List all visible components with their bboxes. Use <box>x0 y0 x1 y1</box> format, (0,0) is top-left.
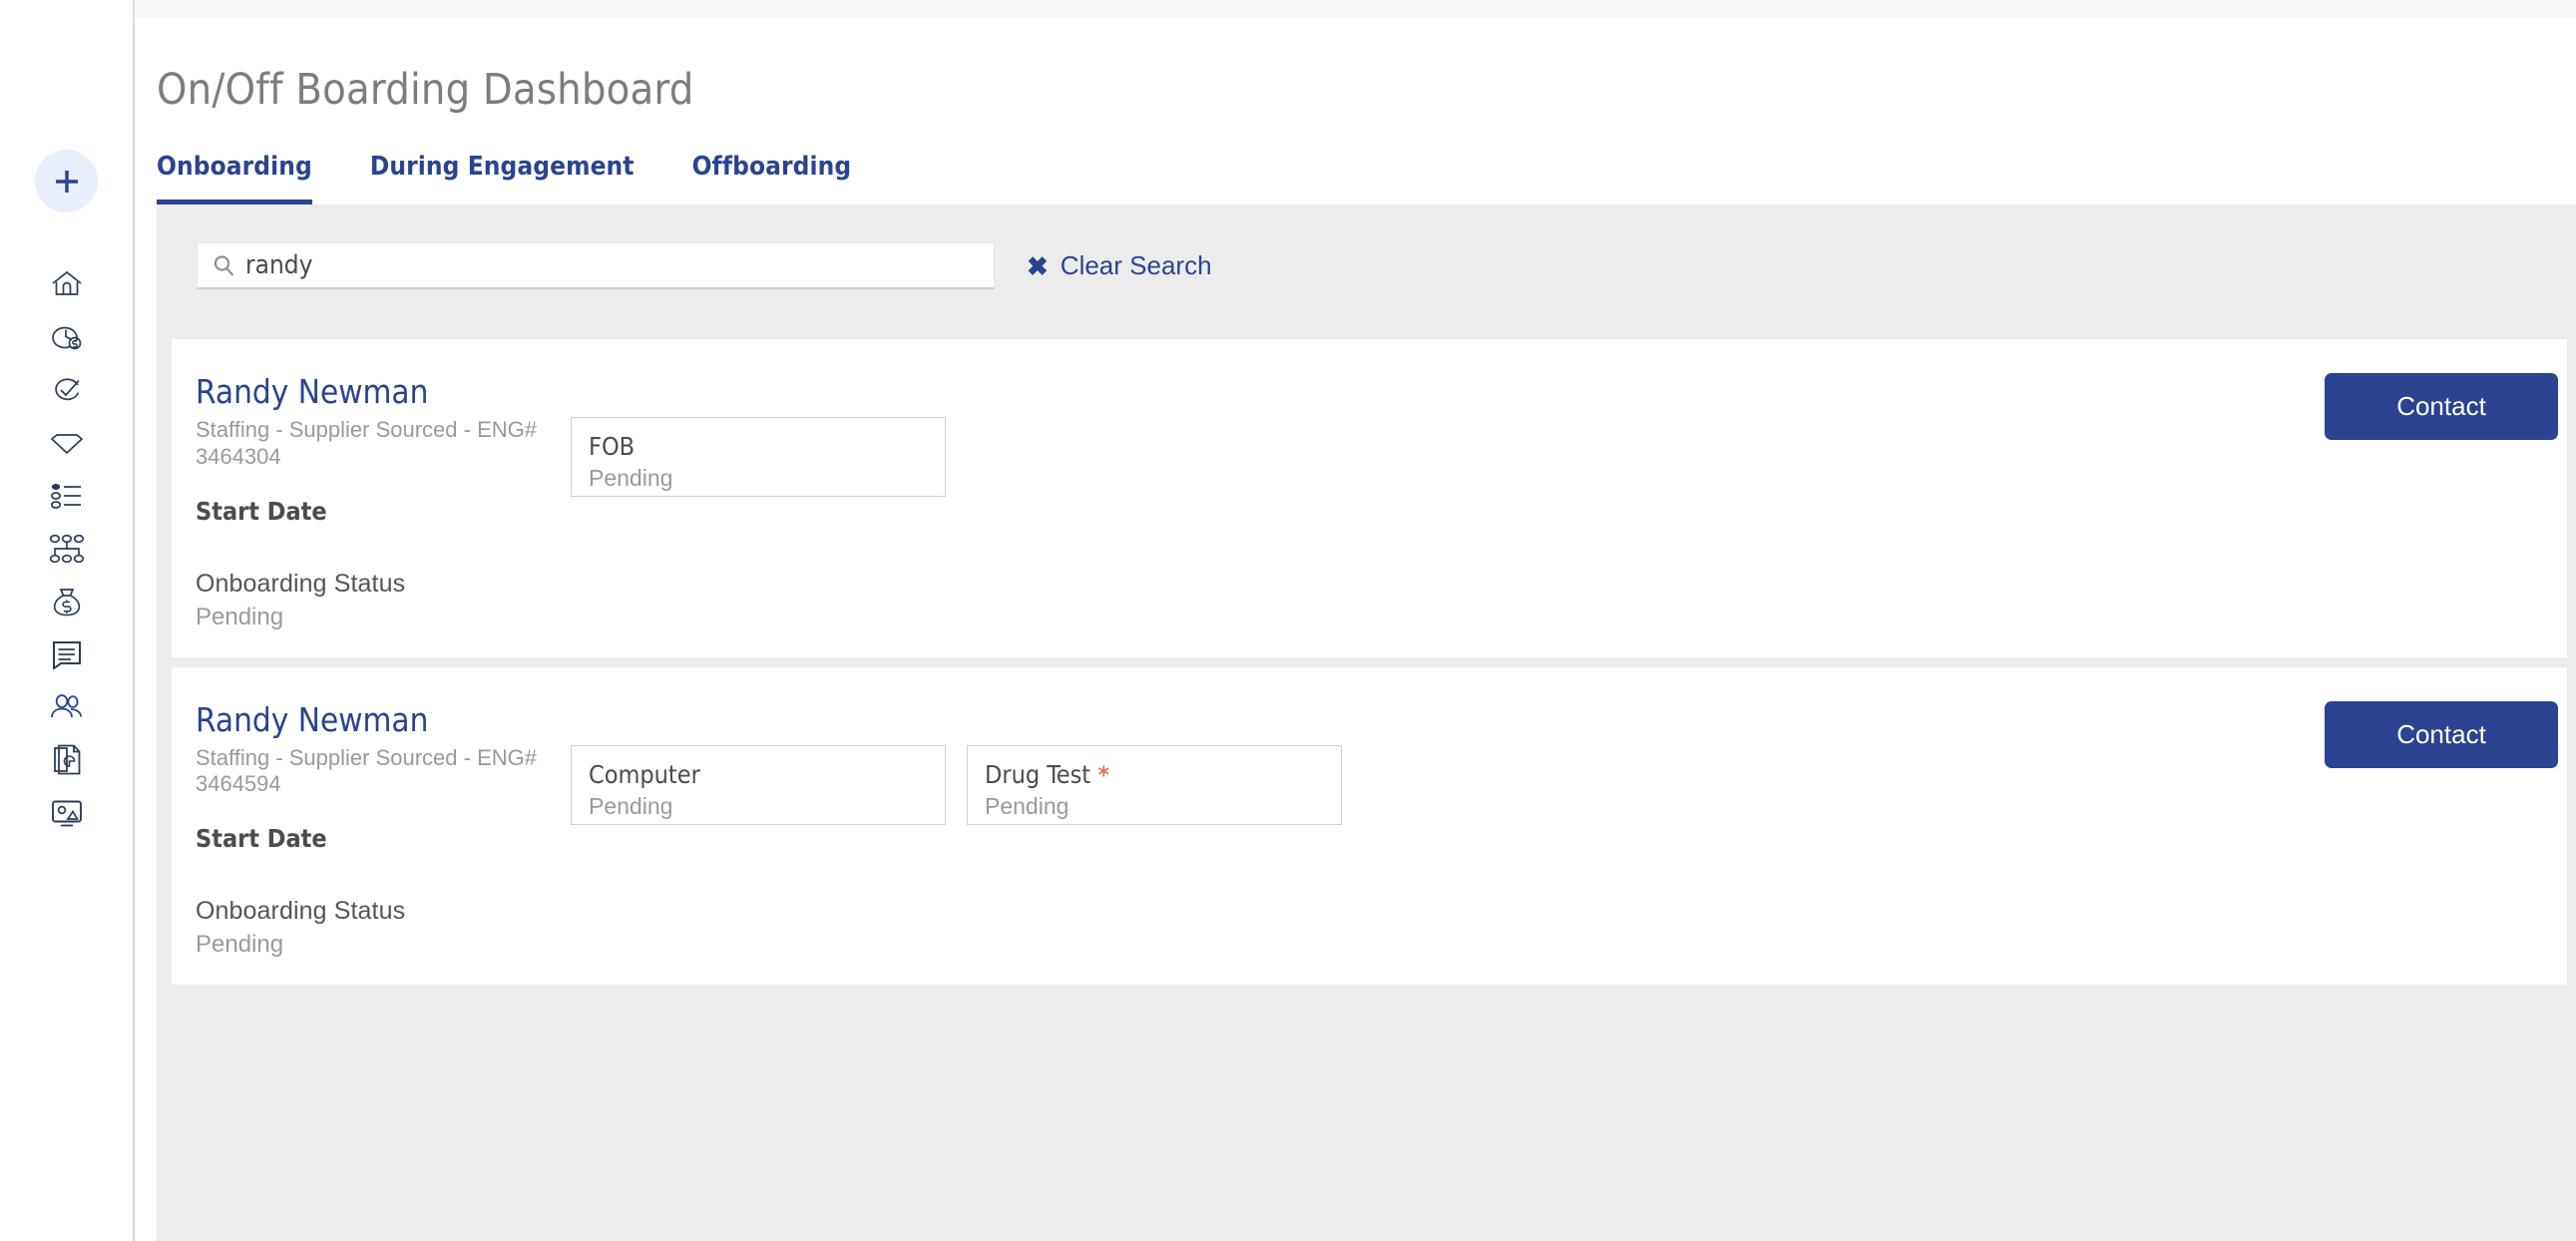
home-icon <box>51 270 82 295</box>
image-monitor-icon <box>51 800 82 827</box>
org-chart-icon <box>49 534 84 564</box>
search-icon <box>214 255 234 276</box>
candidate-name-link[interactable]: Randy Newman <box>196 373 571 411</box>
diamond-icon <box>50 434 83 455</box>
nav-home[interactable] <box>36 267 98 301</box>
tab-bar: Onboarding During Engagement Offboarding <box>157 143 2576 205</box>
candidate-card: Contact Randy Newman Staffing - Supplier… <box>172 666 2567 986</box>
nav-list[interactable] <box>36 479 98 513</box>
status-tile[interactable]: FOB Pending <box>571 417 946 497</box>
status-tile-status: Pending <box>589 792 673 819</box>
close-x-icon: ✖ <box>1027 250 1049 281</box>
search-box[interactable] <box>197 242 995 289</box>
status-tile-title-text: Drug Test <box>985 759 1091 789</box>
app-root: On/Off Boarding Dashboard Onboarding Dur… <box>0 0 2576 1241</box>
onboarding-status-block: Onboarding Status Pending <box>172 897 2567 959</box>
status-tile-title: FOB <box>589 432 636 461</box>
candidate-subtitle: Staffing - Supplier Sourced - ENG# 34643… <box>196 416 537 469</box>
nav-reports[interactable] <box>36 743 98 777</box>
candidate-info: Randy Newman Staffing - Supplier Sourced… <box>172 700 571 858</box>
nav-budget[interactable] <box>36 585 98 619</box>
onboarding-status-block: Onboarding Status Pending <box>172 570 2567 631</box>
clear-search-label: Clear Search <box>1060 250 1212 280</box>
start-date-label: Start Date <box>196 824 327 854</box>
onboarding-status-label: Onboarding Status <box>196 569 406 598</box>
status-tile[interactable]: Computer Pending <box>571 744 946 825</box>
nav-org-chart[interactable] <box>36 532 98 566</box>
nav-people[interactable] <box>36 690 98 724</box>
top-strip <box>135 0 2576 18</box>
users-icon <box>50 694 82 718</box>
contact-button[interactable]: Contact <box>2325 700 2558 768</box>
candidate-name-link[interactable]: Randy Newman <box>196 700 571 739</box>
status-tile-title: Computer <box>589 760 928 789</box>
search-input[interactable] <box>245 243 980 287</box>
status-tiles: Computer Pending Drug Test * Pending <box>571 701 1342 825</box>
status-tile-title-text: Computer <box>589 759 700 789</box>
nav-diamond[interactable] <box>36 426 98 460</box>
document-icon <box>52 641 81 669</box>
plus-icon <box>55 170 78 193</box>
status-tile-status: Pending <box>985 792 1070 819</box>
search-panel: ✖ Clear Search <box>157 205 2576 327</box>
sidebar-nav-list <box>36 267 98 830</box>
money-bag-icon <box>53 589 80 617</box>
status-tile-title: Drug Test * <box>985 760 1324 789</box>
onboarding-status-value: Pending <box>196 931 284 959</box>
tab-during-engagement[interactable]: During Engagement <box>370 152 635 205</box>
report-pie-icon <box>53 744 80 775</box>
main-content: On/Off Boarding Dashboard Onboarding Dur… <box>135 0 2576 1241</box>
left-sidebar <box>0 0 135 1241</box>
candidate-card: Contact Randy Newman Staffing - Supplier… <box>172 339 2567 657</box>
nav-media[interactable] <box>36 796 98 830</box>
status-tiles: FOB Pending <box>571 373 946 497</box>
status-tile[interactable]: Drug Test * Pending <box>967 744 1342 825</box>
page-title: On/Off Boarding Dashboard <box>157 65 694 115</box>
check-circle-icon <box>54 378 80 401</box>
start-date-label: Start Date <box>196 496 327 526</box>
candidate-info: Randy Newman Staffing - Supplier Sourced… <box>172 373 571 530</box>
onboarding-status-label: Onboarding Status <box>196 897 406 926</box>
tab-offboarding[interactable]: Offboarding <box>692 152 852 205</box>
required-asterisk-icon: * <box>1090 760 1109 789</box>
onboarding-status-value: Pending <box>196 603 284 630</box>
nav-timesheets[interactable] <box>36 320 98 354</box>
candidate-subtitle: Staffing - Supplier Sourced - ENG# 34645… <box>196 744 537 797</box>
list-icon <box>50 484 81 509</box>
tab-onboarding[interactable]: Onboarding <box>157 152 312 205</box>
contact-button[interactable]: Contact <box>2325 373 2558 440</box>
clock-dollar-icon <box>51 326 81 350</box>
clear-search-button[interactable]: ✖ Clear Search <box>1027 250 1212 281</box>
nav-approvals[interactable] <box>36 373 98 407</box>
nav-documents[interactable] <box>36 637 98 671</box>
status-tile-status: Pending <box>589 465 673 491</box>
add-button[interactable] <box>35 150 98 212</box>
results-list: Contact Randy Newman Staffing - Supplier… <box>157 327 2576 1241</box>
